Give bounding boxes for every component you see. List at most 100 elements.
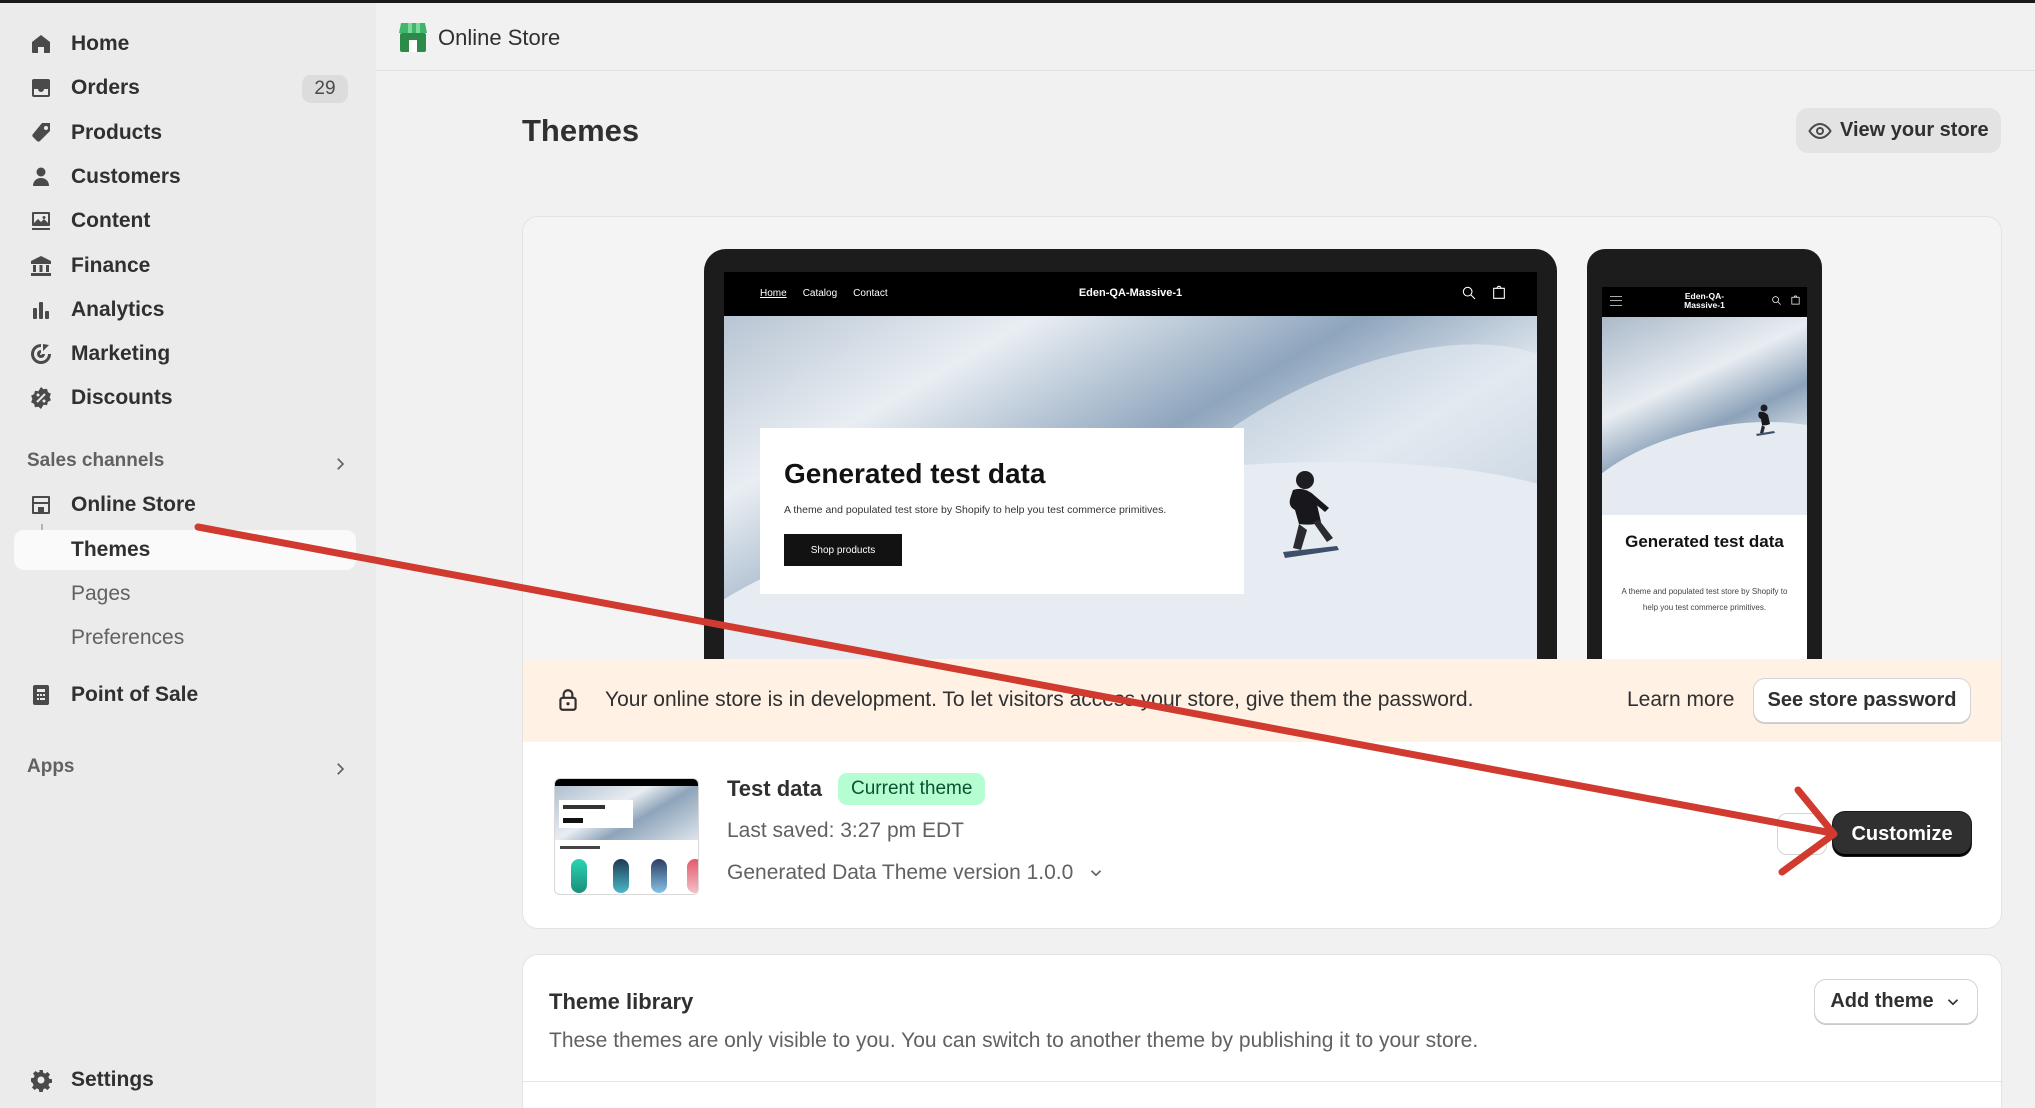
- sidebar-item-online-store[interactable]: Online Store: [14, 485, 356, 525]
- sidebar-item-label: Discounts: [71, 386, 173, 409]
- last-saved-text: Last saved: 3:27 pm EDT: [727, 819, 964, 842]
- sidebar-item-label: Themes: [71, 538, 151, 561]
- sidebar-item-label: Finance: [71, 254, 151, 277]
- mobile-screen: Eden-QA- Massive-1 Generated test data A…: [1602, 287, 1807, 669]
- inbox-icon: [28, 75, 54, 101]
- sidebar-item-label: Preferences: [71, 626, 185, 649]
- sidebar-item-orders[interactable]: Orders 29: [14, 68, 356, 108]
- divider: [523, 1081, 2003, 1082]
- theme-library-card: Theme library These themes are only visi…: [522, 954, 2003, 1108]
- theme-version-text: Generated Data Theme version 1.0.0: [727, 861, 1074, 884]
- theme-preview[interactable]: Home Catalog Contact Eden-QA-Massive-1 G…: [523, 217, 2001, 669]
- desktop-preview: Home Catalog Contact Eden-QA-Massive-1 G…: [704, 249, 1557, 669]
- eye-icon: [1808, 122, 1832, 139]
- sidebar-item-settings[interactable]: Settings: [14, 1060, 356, 1100]
- snowboarder-image: [1756, 404, 1775, 436]
- view-store-label: View your store: [1840, 119, 1989, 141]
- preview-hero-image: Generated test data A theme and populate…: [724, 316, 1537, 669]
- sidebar-item-customers[interactable]: Customers: [14, 157, 356, 197]
- see-store-password-button[interactable]: See store password: [1753, 678, 1971, 723]
- preview-site-nav: Home Catalog Contact Eden-QA-Massive-1: [724, 272, 1537, 316]
- apps-header: Apps: [27, 756, 75, 777]
- tag-icon: [28, 120, 54, 146]
- sidebar-item-themes[interactable]: Themes: [14, 530, 356, 570]
- sidebar-item-label: Orders: [71, 76, 140, 99]
- cart-icon: [1791, 295, 1800, 305]
- image-icon: [28, 208, 54, 234]
- sidebar-item-home[interactable]: Home: [14, 24, 356, 64]
- preview-hero-title: Generated test data: [784, 458, 1046, 489]
- target-icon: [28, 341, 54, 367]
- sidebar-item-point-of-sale[interactable]: Point of Sale: [14, 675, 356, 715]
- current-theme-card: Home Catalog Contact Eden-QA-Massive-1 G…: [522, 216, 2002, 929]
- online-store-logo-icon: [399, 23, 427, 52]
- sidebar-item-preferences[interactable]: Preferences: [14, 618, 356, 658]
- learn-more-link[interactable]: Learn more: [1627, 688, 1734, 712]
- bank-icon: [28, 253, 54, 279]
- sidebar-item-analytics[interactable]: Analytics: [14, 290, 356, 330]
- chevron-right-icon[interactable]: [331, 455, 349, 473]
- sidebar-item-discounts[interactable]: Discounts: [14, 378, 356, 418]
- sidebar-item-label: Products: [71, 121, 163, 144]
- add-theme-button[interactable]: Add theme: [1814, 979, 1978, 1024]
- add-theme-label: Add theme: [1830, 990, 1934, 1012]
- mobile-preview-nav: Eden-QA- Massive-1: [1602, 287, 1807, 317]
- gear-icon: [28, 1067, 54, 1093]
- sidebar-item-label: Point of Sale: [71, 683, 199, 706]
- current-theme-row: Test data Current theme Last saved: 3:27…: [523, 742, 2001, 928]
- page-title: Themes: [522, 113, 640, 148]
- sidebar-item-label: Settings: [71, 1068, 154, 1091]
- preview-nav-icons: [1461, 285, 1507, 301]
- sidebar-item-label: Analytics: [71, 298, 165, 321]
- chevron-right-icon[interactable]: [331, 760, 349, 778]
- mobile-hero-image: [1602, 317, 1807, 515]
- orders-count-badge: 29: [302, 75, 348, 103]
- theme-name: Test data: [727, 776, 822, 801]
- search-icon: [1462, 286, 1476, 300]
- sales-channels-header: Sales channels: [27, 450, 165, 471]
- development-message: Your online store is in development. To …: [605, 688, 1474, 711]
- sidebar-item-products[interactable]: Products: [14, 113, 356, 153]
- mobile-nav-icons: [1771, 295, 1801, 306]
- discount-icon: [28, 385, 54, 411]
- mobile-hero-description: A theme and populated test store by Shop…: [1621, 587, 1788, 612]
- lock-icon: [559, 689, 577, 711]
- view-your-store-button[interactable]: View your store: [1796, 108, 2001, 153]
- theme-version-dropdown[interactable]: Generated Data Theme version 1.0.0: [727, 861, 1105, 885]
- sidebar-item-pages[interactable]: Pages: [14, 574, 356, 614]
- more-actions-button[interactable]: [1777, 813, 1827, 855]
- sidebar-item-label: Online Store: [71, 493, 196, 516]
- sidebar-item-label: Home: [71, 32, 130, 55]
- top-bar: Online Store: [376, 3, 2035, 71]
- sidebar-item-label: Content: [71, 209, 151, 232]
- person-icon: [28, 164, 54, 190]
- search-icon: [1772, 296, 1781, 305]
- preview-shop-products-button: Shop products: [784, 534, 902, 566]
- preview-hero-box: Generated test data A theme and populate…: [760, 428, 1244, 594]
- preview-hero-description: A theme and populated test store by Shop…: [784, 504, 1167, 516]
- sidebar-item-finance[interactable]: Finance: [14, 246, 356, 286]
- sidebar-item-label: Marketing: [71, 342, 171, 365]
- customize-button[interactable]: Customize: [1833, 812, 1971, 856]
- current-theme-badge: Current theme: [838, 773, 986, 805]
- storefront-icon: [28, 492, 54, 518]
- cart-icon: [1493, 285, 1505, 299]
- sidebar-item-label: Pages: [71, 582, 131, 605]
- pos-icon: [28, 682, 54, 708]
- sidebar-item-content[interactable]: Content: [14, 201, 356, 241]
- chevron-down-icon: [1091, 870, 1102, 877]
- theme-thumbnail[interactable]: [554, 778, 699, 895]
- development-banner: Your online store is in development. To …: [523, 659, 2001, 742]
- preview-brand: Eden-QA-Massive-1: [1078, 287, 1183, 299]
- bar-chart-icon: [28, 297, 54, 323]
- snowboarder-image: [1283, 471, 1339, 558]
- mobile-preview: Eden-QA- Massive-1 Generated test data A…: [1587, 249, 1822, 669]
- topbar-title: Online Store: [438, 25, 561, 50]
- desktop-screen: Home Catalog Contact Eden-QA-Massive-1 G…: [724, 272, 1537, 669]
- mobile-hero-title: Generated test data: [1625, 532, 1784, 551]
- sidebar-item-marketing[interactable]: Marketing: [14, 334, 356, 374]
- theme-library-title: Theme library: [549, 989, 694, 1014]
- sidebar-item-label: Customers: [71, 165, 181, 188]
- sidebar: Home Orders 29 Products Customers Conten…: [0, 3, 376, 1108]
- theme-library-description: These themes are only visible to you. Yo…: [549, 1029, 1479, 1052]
